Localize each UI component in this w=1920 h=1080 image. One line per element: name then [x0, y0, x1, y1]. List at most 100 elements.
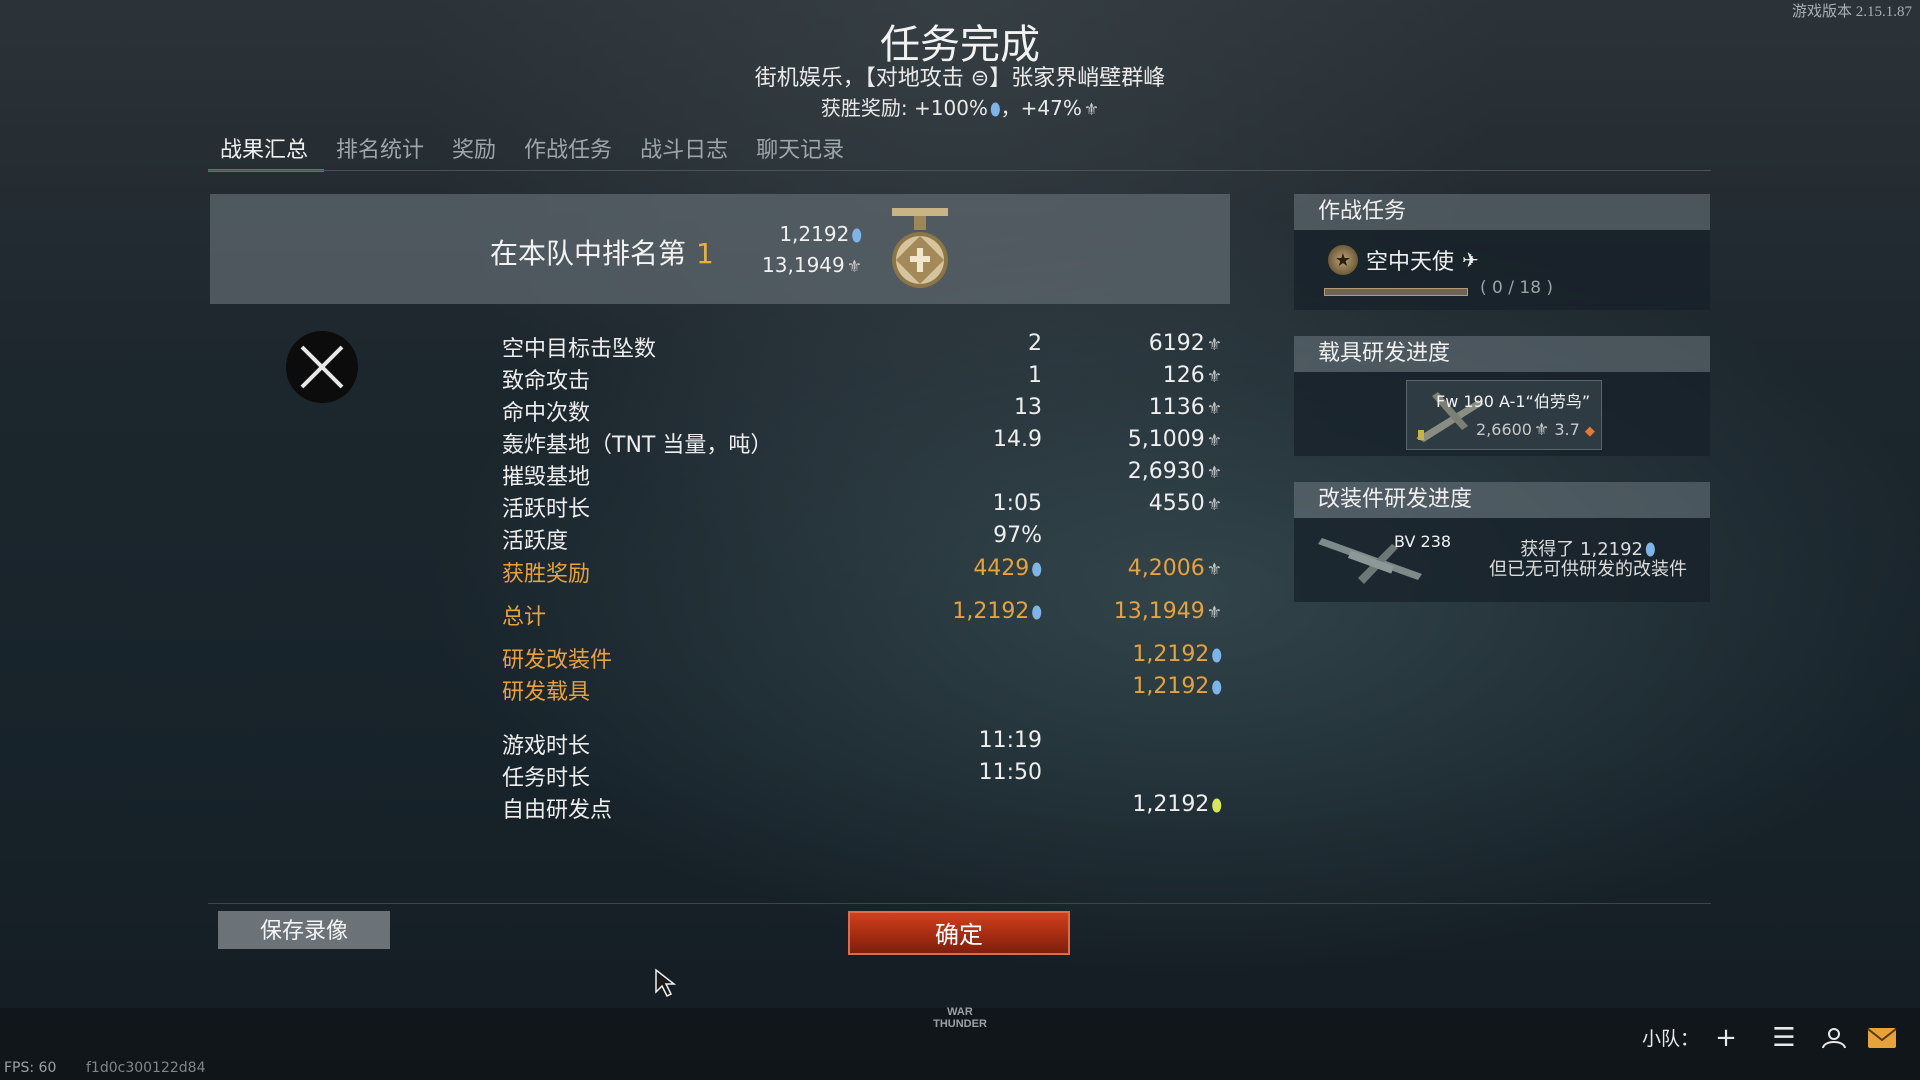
tab-summary[interactable]: 战果汇总 — [208, 128, 325, 172]
mods-note: 但已无可供研发的改装件 — [1489, 559, 1687, 580]
silver-lion-icon: ⚜ — [1533, 420, 1550, 440]
bonus-rp-text: 获胜奖励: +100% — [820, 96, 988, 120]
bottom-divider — [208, 903, 1711, 904]
plane-icon: ✈ — [1462, 248, 1479, 272]
tab-tasks[interactable]: 作战任务 — [512, 128, 628, 172]
silver-lion-icon: ⚜ — [846, 257, 862, 277]
rank-position: 1 — [696, 237, 714, 270]
free-rp-row: 自由研发点 1,2192 ⬮ — [502, 792, 1222, 823]
rank-sl: 13,1949 ⚜ — [762, 253, 862, 277]
tab-divider — [208, 170, 1711, 171]
victory-rp: 4429 ⬮ — [973, 556, 1042, 581]
stat-row: 致命攻击 1 126 ⚜ — [502, 363, 1222, 394]
rp-icon: ⬮ — [989, 100, 1001, 120]
mods-vehicle-name: BV 238 — [1394, 532, 1452, 551]
silver-lion-icon: ⚜ — [1206, 431, 1222, 451]
stat-label: 活跃度 — [502, 529, 569, 554]
stat-row: 摧毁基地 2,6930 ⚜ — [502, 459, 1222, 490]
free-rp-icon: ⬮ — [1211, 796, 1222, 816]
silver-lion-icon: ⚜ — [1206, 335, 1222, 355]
tab-rewards[interactable]: 奖励 — [440, 128, 512, 172]
vehicle-panel-title: 载具研发进度 — [1294, 336, 1710, 372]
fps-counter: FPS: 60 — [4, 1060, 57, 1076]
task-item[interactable]: ★ 空中天使 ✈ — [1328, 244, 1479, 276]
rp-icon: ⬮ — [851, 226, 862, 246]
mods-got: 获得了 1,2192 — [1520, 539, 1644, 560]
confirm-button[interactable]: 确定 — [848, 911, 1070, 955]
vehicle-cost: 2,6600 — [1476, 420, 1532, 439]
rp-icon: ⬮ — [1211, 678, 1222, 698]
list-icon[interactable]: ☰ — [1768, 1022, 1800, 1054]
mission-subtitle: 街机娱乐，【对地攻击 ⊜】张家界峭壁群峰 — [754, 66, 1166, 91]
rank-label: 在本队中排名第 — [490, 237, 687, 270]
research-mods-rp: 1,2192 ⬮ — [1132, 642, 1222, 667]
squad-label: 小队： — [1642, 1028, 1700, 1050]
research-mods-row: 研发改装件 1,2192 ⬮ — [502, 642, 1222, 673]
research-vehicle-label: 研发载具 — [502, 680, 591, 705]
silver-lion-icon: ⚜ — [1206, 463, 1222, 483]
stat-label: 空中目标击坠数 — [502, 337, 657, 362]
task-progress-text: ( 0 / 18 ) — [1480, 278, 1554, 298]
rank-diamond-icon: ◆ — [1584, 424, 1595, 439]
stat-value: 2 — [1028, 331, 1042, 356]
stat-row: 轰炸基地（TNT 当量，吨） 14.9 5,1009 ⚜ — [502, 427, 1222, 458]
mouse-cursor-icon — [655, 968, 676, 998]
total-row: 总计 1,2192 ⬮ 13,1949 ⚜ — [502, 599, 1222, 630]
mission-time-row: 任务时长 11:50 — [502, 760, 1222, 791]
stat-reward: 5,1009 ⚜ — [1127, 427, 1222, 452]
rp-icon: ⬮ — [1031, 560, 1042, 580]
bonus-sl-text: ，+47% — [1000, 96, 1082, 120]
research-vehicle-row: 研发载具 1,2192 ⬮ — [502, 674, 1222, 705]
stat-label: 命中次数 — [502, 401, 591, 426]
tab-chat-log[interactable]: 聊天记录 — [744, 128, 860, 172]
silver-lion-icon: ⚜ — [1083, 100, 1100, 120]
rp-icon: ⬮ — [1645, 540, 1656, 560]
mission-time-label: 任务时长 — [502, 766, 591, 791]
stat-value: 1:05 — [992, 491, 1042, 516]
mail-icon[interactable] — [1866, 1022, 1898, 1054]
vehicle-br: 3.7 — [1554, 420, 1580, 439]
tasks-panel-title: 作战任务 — [1294, 194, 1710, 230]
game-time-label: 游戏时长 — [502, 734, 591, 759]
silver-lion-icon: ⚜ — [1206, 367, 1222, 387]
stat-reward: 4550 ⚜ — [1148, 491, 1222, 516]
free-rp-label: 自由研发点 — [502, 798, 613, 823]
star-medal-icon: ★ — [1328, 245, 1358, 275]
tab-ranking[interactable]: 排名统计 — [324, 128, 440, 172]
rp-icon: ⬮ — [1031, 603, 1042, 623]
victory-row: 获胜奖励 4429 ⬮ 4,2006 ⚜ — [502, 556, 1222, 587]
victory-sl: 4,2006 ⚜ — [1127, 556, 1222, 581]
game-logo: WAR THUNDER — [933, 1006, 987, 1030]
stat-row: 活跃度 97% — [502, 523, 1222, 554]
stat-row: 空中目标击坠数 2 6192 ⚜ — [502, 331, 1222, 362]
mods-result: 获得了 1,2192 ⬮ 但已无可供研发的改装件 — [1470, 540, 1706, 580]
task-name: 空中天使 — [1366, 250, 1455, 275]
add-squad-icon[interactable]: + — [1710, 1022, 1742, 1054]
stat-value: 13 — [1014, 395, 1042, 420]
game-time-row: 游戏时长 11:19 — [502, 728, 1222, 759]
stat-label: 活跃时长 — [502, 497, 591, 522]
stat-label: 轰炸基地（TNT 当量，吨） — [502, 433, 773, 458]
victory-label: 获胜奖励 — [502, 562, 591, 587]
rank-rp: 1,2192 ⬮ — [779, 222, 862, 246]
rank-banner — [210, 194, 1230, 304]
stat-value: 97% — [993, 523, 1042, 548]
contacts-icon[interactable] — [1818, 1022, 1850, 1054]
medal-icon — [892, 208, 948, 288]
stat-value: 14.9 — [993, 427, 1042, 452]
vehicle-info: 2,6600 ⚜ 3.7 ◆ — [1476, 420, 1595, 440]
mods-panel-title: 改装件研发进度 — [1294, 482, 1710, 518]
rp-icon: ⬮ — [1211, 646, 1222, 666]
tab-battle-log[interactable]: 战斗日志 — [628, 128, 744, 172]
total-rp: 1,2192 ⬮ — [952, 599, 1042, 624]
silver-lion-icon: ⚜ — [1206, 399, 1222, 419]
save-replay-button[interactable]: 保存录像 — [218, 911, 390, 949]
rank-text: 在本队中排名第 1 — [490, 232, 714, 272]
total-sl: 13,1949 ⚜ — [1113, 599, 1222, 624]
close-icon[interactable] — [286, 331, 358, 403]
mission-time-value: 11:50 — [978, 760, 1042, 785]
vehicle-name: Fw 190 A-1“伯劳鸟” — [1436, 392, 1591, 411]
game-time-value: 11:19 — [978, 728, 1042, 753]
total-label: 总计 — [502, 605, 547, 630]
stat-label: 致命攻击 — [502, 369, 591, 394]
